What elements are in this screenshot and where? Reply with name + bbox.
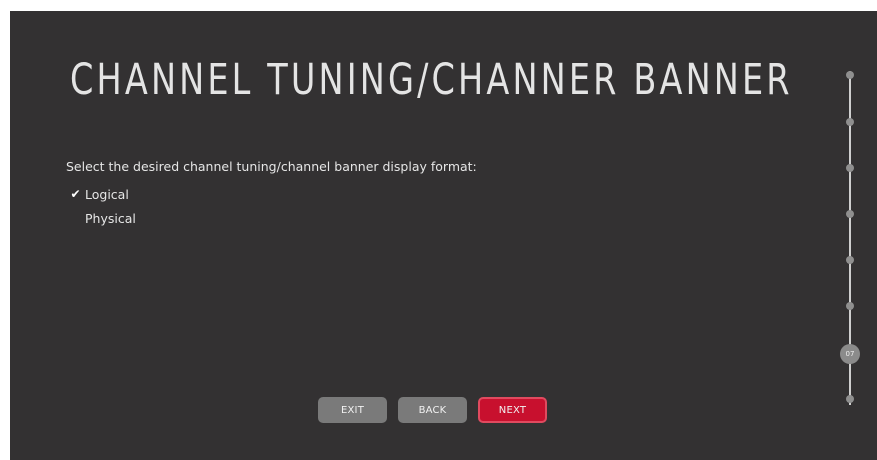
instruction-text: Select the desired channel tuning/channe…: [66, 159, 477, 174]
option-label: Logical: [85, 186, 129, 202]
step-dot: [846, 164, 854, 172]
setup-screen: CHANNEL TUNING/CHANNER BANNER Select the…: [10, 11, 877, 460]
page-title: CHANNEL TUNING/CHANNER BANNER: [70, 55, 793, 105]
step-dot: [846, 210, 854, 218]
step-dot: [846, 71, 854, 79]
step-dot: [846, 302, 854, 310]
button-bar: EXIT BACK NEXT: [318, 397, 547, 423]
current-step-badge: 07: [840, 344, 860, 364]
next-button[interactable]: NEXT: [478, 397, 547, 423]
step-dot: [846, 395, 854, 403]
option-label: Physical: [85, 210, 136, 226]
option-physical[interactable]: Physical: [66, 206, 136, 230]
step-dot: [846, 118, 854, 126]
back-button[interactable]: BACK: [398, 397, 467, 423]
option-logical[interactable]: ✔ Logical: [66, 182, 136, 206]
setup-progress-indicator: 07: [840, 71, 860, 405]
checkmark-icon: ✔: [70, 187, 81, 201]
step-dot: [846, 256, 854, 264]
exit-button[interactable]: EXIT: [318, 397, 387, 423]
format-options-list: ✔ Logical Physical: [66, 182, 136, 230]
